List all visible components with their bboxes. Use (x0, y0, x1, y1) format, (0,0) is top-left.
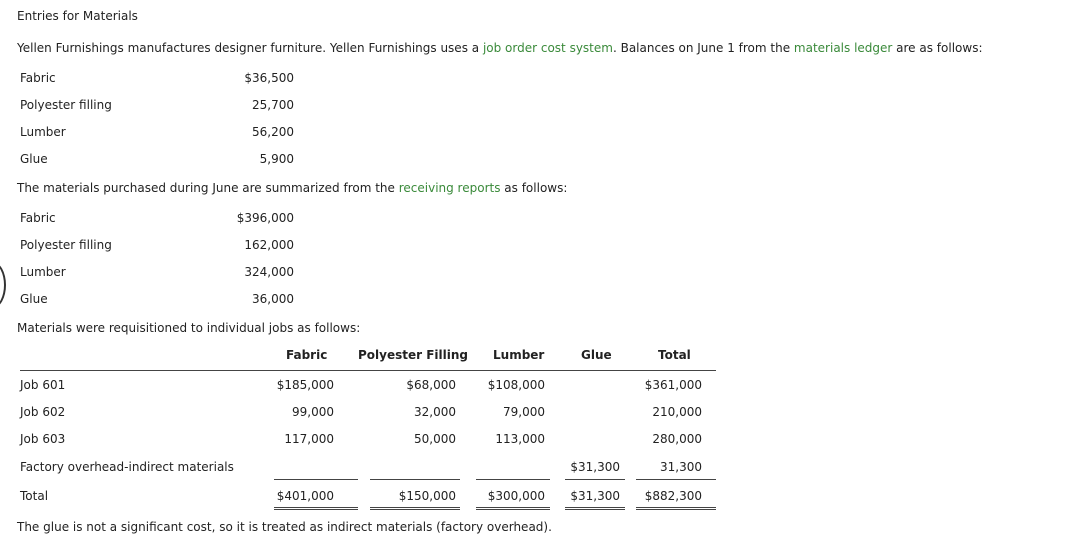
total-double-rule-fabric (274, 507, 358, 510)
balance-value: 25,700 (252, 98, 294, 112)
intro-text-1: Yellen Furnishings manufactures designer… (17, 41, 483, 55)
purchase-value: 162,000 (244, 238, 294, 252)
purchase-label: Glue (20, 292, 48, 306)
purchase-row: Polyester filling 162,000 (20, 238, 320, 254)
purchase-value: 36,000 (252, 292, 294, 306)
purchased-text-2: as follows: (500, 181, 568, 195)
cell-fabric: $401,000 (276, 489, 334, 503)
cell-polyester: 32,000 (414, 405, 456, 419)
cell-glue: $31,300 (570, 460, 620, 474)
balance-row: Polyester filling 25,700 (20, 98, 320, 114)
row-label: Job 603 (20, 432, 66, 446)
total-double-rule-lumber (476, 507, 550, 510)
purchased-paragraph: The materials purchased during June are … (17, 181, 567, 195)
cell-lumber: 113,000 (495, 432, 545, 446)
balance-row: Glue 5,900 (20, 152, 320, 168)
balance-row: Fabric $36,500 (20, 71, 320, 87)
subtotal-rule-total (636, 479, 716, 480)
intro-text-3: are as follows: (892, 41, 983, 55)
purchased-text-1: The materials purchased during June are … (17, 181, 399, 195)
balance-label: Fabric (20, 71, 56, 85)
balance-label: Polyester filling (20, 98, 112, 112)
footer-note: The glue is not a significant cost, so i… (17, 520, 552, 534)
cell-total: $361,000 (644, 378, 702, 392)
problem-page: Entries for Materials Yellen Furnishings… (0, 0, 1092, 538)
subtotal-rule-glue (565, 479, 625, 480)
circle-overlay-icon (0, 262, 6, 308)
cell-lumber: 79,000 (503, 405, 545, 419)
cell-lumber: $300,000 (487, 489, 545, 503)
header-rule (20, 370, 716, 371)
header-glue: Glue (581, 348, 612, 362)
cell-glue: $31,300 (570, 489, 620, 503)
header-polyester-filling: Polyester Filling (358, 348, 469, 362)
purchase-row: Lumber 324,000 (20, 265, 320, 281)
total-double-rule-polyester (370, 507, 460, 510)
cell-lumber: $108,000 (487, 378, 545, 392)
requisition-paragraph: Materials were requisitioned to individu… (17, 321, 361, 335)
purchase-row: Fabric $396,000 (20, 211, 320, 227)
cell-fabric: 117,000 (284, 432, 334, 446)
cell-total: $882,300 (644, 489, 702, 503)
cell-polyester: $68,000 (406, 378, 456, 392)
cell-polyester: 50,000 (414, 432, 456, 446)
purchase-label: Fabric (20, 211, 56, 225)
cell-fabric: $185,000 (276, 378, 334, 392)
purchase-label: Polyester filling (20, 238, 112, 252)
header-fabric: Fabric (286, 348, 328, 362)
purchase-label: Lumber (20, 265, 66, 279)
page-title: Entries for Materials (17, 9, 138, 23)
job-order-cost-system-link[interactable]: job order cost system (483, 41, 613, 55)
subtotal-rule-lumber (476, 479, 550, 480)
balance-value: 5,900 (259, 152, 294, 166)
cell-total: 280,000 (652, 432, 702, 446)
balance-label: Glue (20, 152, 48, 166)
cell-total: 210,000 (652, 405, 702, 419)
purchase-value: 324,000 (244, 265, 294, 279)
balance-row: Lumber 56,200 (20, 125, 320, 141)
total-double-rule-total (636, 507, 716, 510)
balance-value: $36,500 (244, 71, 294, 85)
balance-label: Lumber (20, 125, 66, 139)
row-label: Total (20, 489, 49, 503)
purchase-row: Glue 36,000 (20, 292, 320, 308)
header-total: Total (658, 348, 691, 362)
balance-value: 56,200 (252, 125, 294, 139)
row-label: Job 601 (20, 378, 66, 392)
row-label: Factory overhead-indirect materials (20, 460, 234, 474)
row-label: Job 602 (20, 405, 66, 419)
total-double-rule-glue (565, 507, 625, 510)
purchase-value: $396,000 (236, 211, 294, 225)
cell-fabric: 99,000 (292, 405, 334, 419)
cell-total: 31,300 (660, 460, 702, 474)
subtotal-rule-fabric (274, 479, 358, 480)
intro-text-2: . Balances on June 1 from the (612, 41, 794, 55)
cell-polyester: $150,000 (398, 489, 456, 503)
materials-ledger-link[interactable]: materials ledger (794, 41, 892, 55)
header-lumber: Lumber (493, 348, 545, 362)
intro-paragraph: Yellen Furnishings manufactures designer… (17, 41, 982, 55)
subtotal-rule-polyester (370, 479, 460, 480)
receiving-reports-link[interactable]: receiving reports (399, 181, 501, 195)
